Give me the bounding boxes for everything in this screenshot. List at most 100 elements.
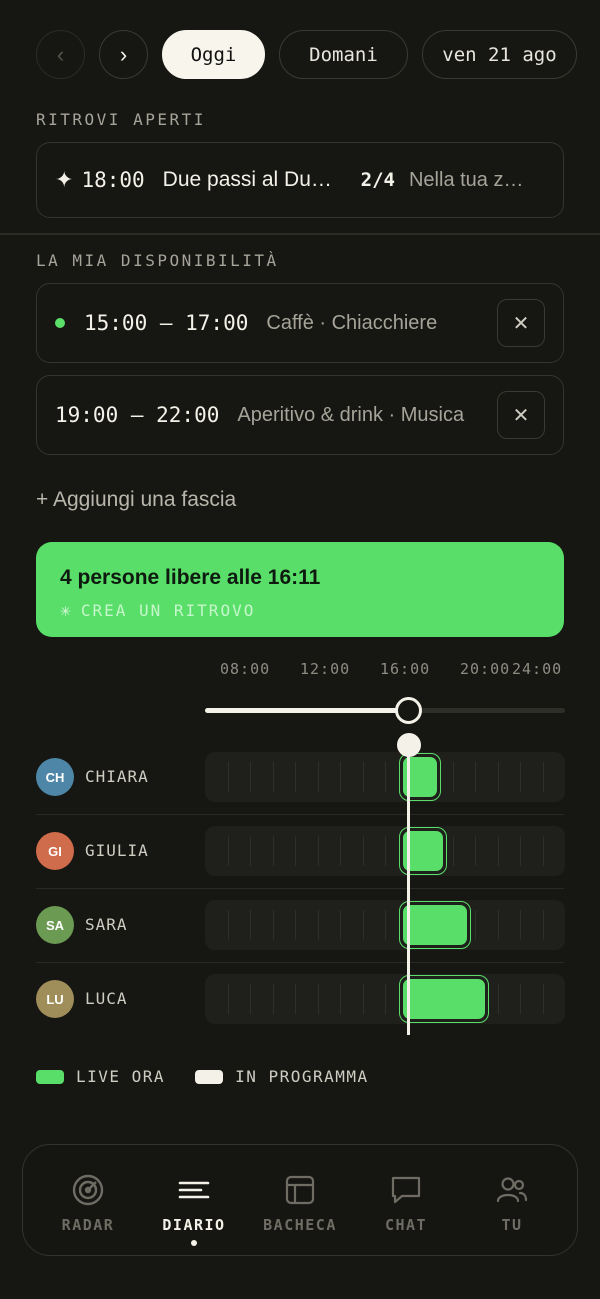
tab-label: DIARIO — [162, 1216, 226, 1234]
lane-gridline — [385, 910, 386, 940]
tab-tu[interactable]: TU — [459, 1145, 565, 1257]
lane-gridline — [295, 984, 296, 1014]
hour-tick-label: 20:00 — [460, 660, 511, 678]
board-icon — [285, 1175, 315, 1205]
lane-gridline — [542, 984, 544, 1014]
today-button[interactable]: Oggi — [162, 30, 265, 79]
lane-gridline — [520, 984, 521, 1014]
hour-tick-label: 16:00 — [380, 660, 431, 678]
availability-slot[interactable]: 19:00 – 22:00 Aperitivo & drink · Musica… — [36, 375, 564, 455]
slot-tags: Aperitivo & drink · Musica — [237, 403, 465, 426]
create-meetup-button[interactable]: ✳ CREA UN RITROVO — [60, 600, 564, 621]
tab-radar[interactable]: RADAR — [35, 1145, 141, 1257]
lane-gridline — [520, 910, 521, 940]
legend-scheduled-label: IN PROGRAMMA — [235, 1067, 369, 1086]
tab-bacheca[interactable]: BACHECA — [247, 1145, 353, 1257]
chevron-left-icon[interactable]: ‹ — [36, 30, 85, 79]
tab-label: CHAT — [384, 1216, 428, 1234]
row-divider — [36, 888, 564, 889]
lane-gridline — [340, 836, 341, 866]
lane-gridline — [542, 910, 544, 940]
lane-gridline — [250, 910, 251, 940]
sparkle-icon: ✦ — [55, 167, 74, 192]
add-slot-link[interactable]: + Aggiungi una fascia — [36, 488, 236, 512]
hour-tick-label: 08:00 — [220, 660, 271, 678]
meetup-location: Nella tua zona — [408, 168, 534, 191]
row-divider — [36, 962, 564, 963]
lane-gridline — [362, 984, 364, 1014]
free-people-headline: 4 persone libere alle 16:11 — [60, 566, 321, 589]
meetup-title: Due passi al Duomo — [162, 168, 335, 191]
person-row[interactable]: LU LUCA — [0, 974, 600, 1048]
availability-slot[interactable]: 15:00 – 17:00 Caffè · Chiacchiere ✕ — [36, 283, 564, 363]
availability-heading: LA MIA DISPONIBILITÀ — [36, 251, 279, 270]
lane-gridline — [227, 910, 229, 940]
availability-bar[interactable] — [399, 975, 489, 1023]
lane-gridline — [497, 910, 499, 940]
lane-gridline — [227, 836, 229, 866]
lane-gridline — [385, 984, 386, 1014]
tab-chat[interactable]: CHAT — [353, 1145, 459, 1257]
availability-timeline: 08:00 12:00 16:00 20:00 24:00 CH CHIARA GI GIUL… — [0, 650, 600, 1050]
radar-icon — [72, 1174, 104, 1206]
lane-gridline — [295, 762, 296, 792]
person-availability-lane — [205, 826, 565, 876]
lane-gridline — [340, 910, 341, 940]
slot-time-range: 15:00 – 17:00 — [84, 311, 249, 335]
date-picker-button[interactable]: ven 21 ago — [422, 30, 577, 79]
slot-time-range: 19:00 – 22:00 — [55, 403, 220, 427]
person-row[interactable]: CH CHIARA — [0, 752, 600, 826]
person-row[interactable]: GI GIULIA — [0, 826, 600, 900]
tomorrow-button[interactable]: Domani — [279, 30, 408, 79]
live-swatch — [36, 1069, 64, 1084]
row-divider — [36, 814, 564, 815]
chevron-right-icon[interactable]: › — [99, 30, 148, 79]
lane-gridline — [340, 984, 341, 1014]
time-cursor-handle[interactable] — [396, 733, 421, 757]
chat-bubble-icon — [391, 1176, 421, 1204]
lane-gridline — [497, 984, 499, 1014]
time-slider-fill — [205, 708, 409, 713]
lane-gridline — [272, 910, 274, 940]
lane-gridline — [317, 762, 319, 792]
availability-bar[interactable] — [399, 753, 441, 801]
meetup-participants-count: 2/4 — [360, 169, 395, 191]
person-availability-lane — [205, 900, 565, 950]
remove-slot-button[interactable]: ✕ — [497, 299, 545, 347]
lane-gridline — [317, 984, 319, 1014]
lane-gridline — [272, 984, 274, 1014]
scheduled-swatch — [195, 1069, 224, 1084]
lane-gridline — [542, 762, 544, 792]
lane-gridline — [452, 762, 454, 792]
lane-gridline — [272, 762, 274, 792]
lane-gridline — [385, 836, 386, 866]
active-tab-indicator — [191, 1240, 197, 1246]
avatar: SA — [36, 906, 74, 944]
lane-gridline — [227, 762, 229, 792]
lane-gridline — [227, 984, 229, 1014]
tab-diario[interactable]: DIARIO — [141, 1145, 247, 1257]
avatar: GI — [36, 832, 74, 870]
person-availability-lane — [205, 752, 565, 802]
lane-gridline — [250, 984, 251, 1014]
date-navigation: ‹ › Oggi Domani ven 21 ago — [36, 30, 577, 80]
lane-gridline — [362, 836, 364, 866]
free-people-banner[interactable]: 4 persone libere alle 16:11 ✳ CREA UN RI… — [36, 542, 564, 637]
legend-live-label: LIVE ORA — [76, 1067, 166, 1086]
lane-gridline — [272, 836, 274, 866]
lane-gridline — [497, 762, 499, 792]
meetup-card[interactable]: ✦ 18:00 Due passi al Duomo 2/4 Nella tua… — [36, 142, 564, 218]
meetup-time: 18:00 — [81, 168, 145, 192]
lane-gridline — [452, 836, 454, 866]
lane-gridline — [362, 910, 364, 940]
spark-icon: ✳ — [60, 600, 73, 621]
timeline-legend: LIVE ORA IN PROGRAMMA — [36, 1067, 369, 1086]
person-name: GIULIA — [85, 841, 149, 860]
remove-slot-button[interactable]: ✕ — [497, 391, 545, 439]
lane-gridline — [295, 910, 296, 940]
tab-label: TU — [501, 1216, 523, 1234]
person-name: LUCA — [85, 989, 128, 1008]
time-slider-knob[interactable] — [395, 697, 423, 724]
person-row[interactable]: SA SARA — [0, 900, 600, 974]
lane-gridline — [295, 836, 296, 866]
